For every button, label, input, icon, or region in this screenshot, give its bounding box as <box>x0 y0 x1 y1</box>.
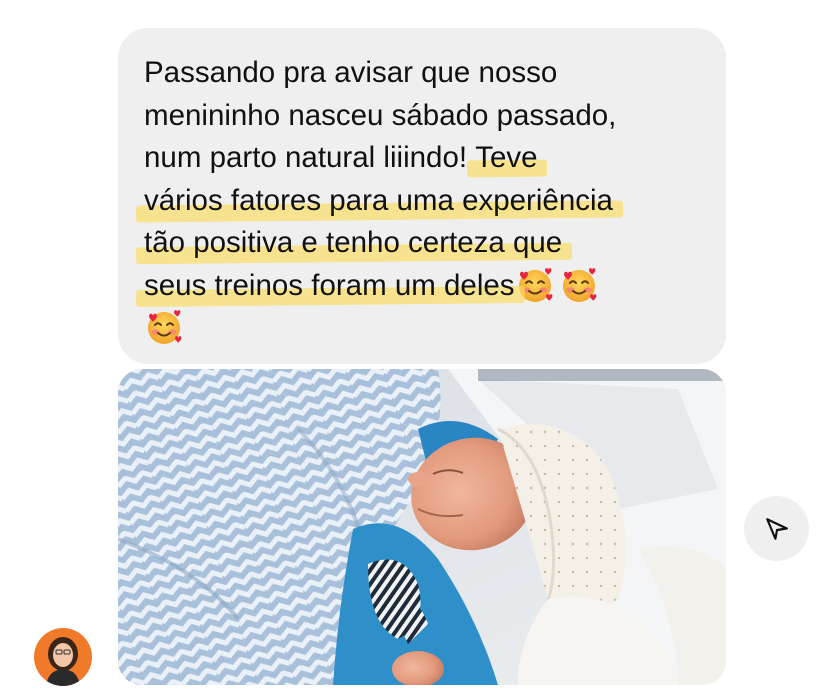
photo-attachment[interactable] <box>118 369 726 685</box>
share-button[interactable] <box>744 496 809 561</box>
message-line-4: vários fatores para uma experiência <box>144 180 700 223</box>
message-bubble[interactable]: Passando pra avisar que nosso menininho … <box>118 28 726 364</box>
user-avatar-icon <box>34 628 92 686</box>
paper-plane-icon <box>765 517 788 540</box>
smiling-face-with-hearts-icon <box>561 266 597 303</box>
message-line-3: num parto natural liiindo! Teve <box>144 137 700 180</box>
highlighted-text: Teve <box>475 141 538 174</box>
message-text: Passando pra avisar que nosso <box>144 56 558 89</box>
message-line-2: menininho nasceu sábado passado, <box>144 95 700 138</box>
newborn-baby-photo <box>118 369 726 685</box>
sender-avatar[interactable] <box>34 628 92 686</box>
highlighted-text: tão positiva e tenho certeza que <box>144 226 563 259</box>
message-text: menininho nasceu sábado passado, <box>144 98 617 132</box>
message-line-1: Passando pra avisar que nosso <box>144 52 700 95</box>
message-line-6: seus treinos foram um deles <box>144 265 700 308</box>
highlighted-text: vários fatores para uma experiência <box>144 183 613 217</box>
smiling-face-with-hearts-icon <box>147 309 183 345</box>
message-line-5: tão positiva e tenho certeza que <box>144 222 700 265</box>
highlighted-text: seus treinos foram um deles <box>144 268 515 302</box>
message-line-7 <box>144 307 700 350</box>
message-text: num parto natural liiindo! <box>144 141 476 174</box>
